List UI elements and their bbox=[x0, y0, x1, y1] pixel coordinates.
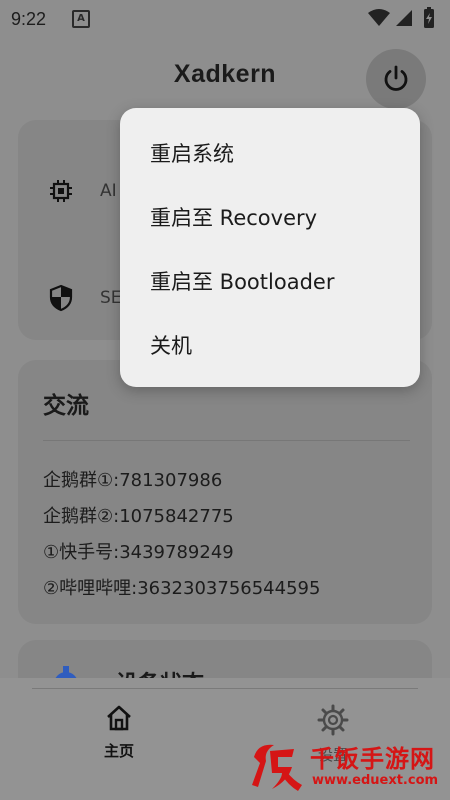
settings-icon bbox=[317, 704, 349, 736]
info-row-label: SE bbox=[100, 288, 122, 308]
contact-line[interactable]: ②哔哩哔哩:3632303756544595 bbox=[43, 574, 320, 600]
watermark-url: www.eduext.com bbox=[312, 773, 439, 788]
shield-icon bbox=[49, 284, 73, 312]
power-icon bbox=[384, 65, 408, 91]
nav-item-home[interactable]: 主页 bbox=[69, 704, 169, 761]
status-bar: 9:22 A bbox=[0, 0, 450, 36]
app-bar: Xadkern bbox=[0, 42, 450, 118]
divider bbox=[32, 688, 418, 689]
info-row-selinux: SE bbox=[48, 284, 122, 312]
status-time: 9:22 bbox=[11, 9, 47, 29]
watermark-logo-icon bbox=[252, 744, 302, 791]
contact-card: 交流 企鹅群①:781307986 企鹅群②:1075842775 ①快手号:3… bbox=[18, 360, 432, 624]
power-button[interactable] bbox=[366, 49, 426, 109]
sim-indicator-icon: A bbox=[72, 10, 90, 28]
nav-label-home: 主页 bbox=[103, 742, 134, 760]
watermark-brand: 千饭手游网 bbox=[310, 745, 435, 773]
menu-item-power-off[interactable]: 关机 bbox=[150, 330, 192, 360]
power-menu: 重启系统 重启至 Recovery 重启至 Bootloader 关机 bbox=[120, 108, 420, 387]
contact-line[interactable]: 企鹅群①:781307986 bbox=[43, 466, 222, 492]
home-icon bbox=[107, 705, 131, 731]
watermark: 千饭手游网 www.eduext.com bbox=[248, 735, 448, 797]
contact-line[interactable]: 企鹅群②:1075842775 bbox=[43, 502, 234, 528]
signal-battery-icons bbox=[366, 7, 438, 34]
chip-icon bbox=[50, 180, 72, 202]
info-row-abi: AI bbox=[48, 178, 117, 204]
divider bbox=[43, 440, 410, 441]
menu-item-reboot-recovery[interactable]: 重启至 Recovery bbox=[150, 202, 317, 232]
contact-line[interactable]: ①快手号:3439789249 bbox=[43, 538, 234, 564]
menu-item-reboot[interactable]: 重启系统 bbox=[150, 138, 234, 168]
contact-heading: 交流 bbox=[43, 393, 89, 419]
menu-item-reboot-bootloader[interactable]: 重启至 Bootloader bbox=[150, 266, 334, 296]
info-row-label: AI bbox=[100, 181, 117, 201]
